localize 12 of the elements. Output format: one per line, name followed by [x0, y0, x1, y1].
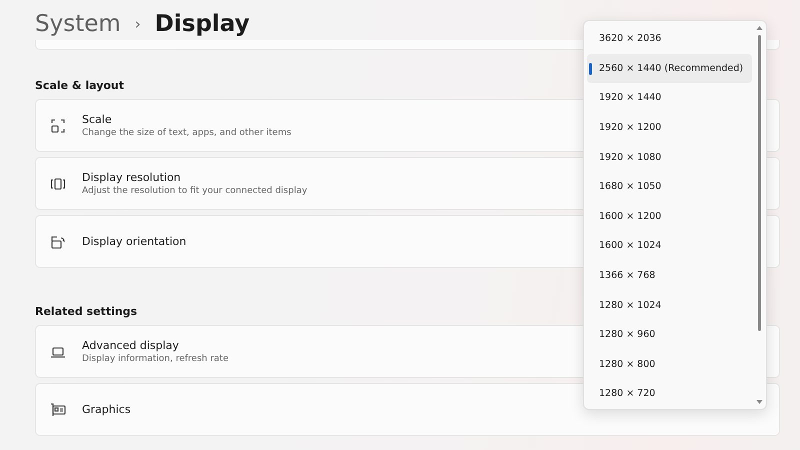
breadcrumb-separator: › — [134, 15, 141, 33]
section-title: Related settings — [35, 305, 138, 318]
section-title: Scale & layout — [35, 79, 124, 92]
setting-title: Display orientation — [82, 235, 186, 248]
setting-title: Scale — [82, 113, 113, 126]
setting-description: Display information, refresh rate — [82, 354, 228, 364]
setting-description: Adjust the resolution to fit your connected display — [82, 186, 308, 196]
setting-title: Advanced display — [82, 339, 180, 352]
setting-description: Change the size of text, apps, and other items — [82, 128, 292, 138]
page-title: Display — [154, 11, 250, 37]
setting-title: Display resolution — [82, 171, 182, 184]
setting-title: Graphics — [82, 403, 131, 416]
